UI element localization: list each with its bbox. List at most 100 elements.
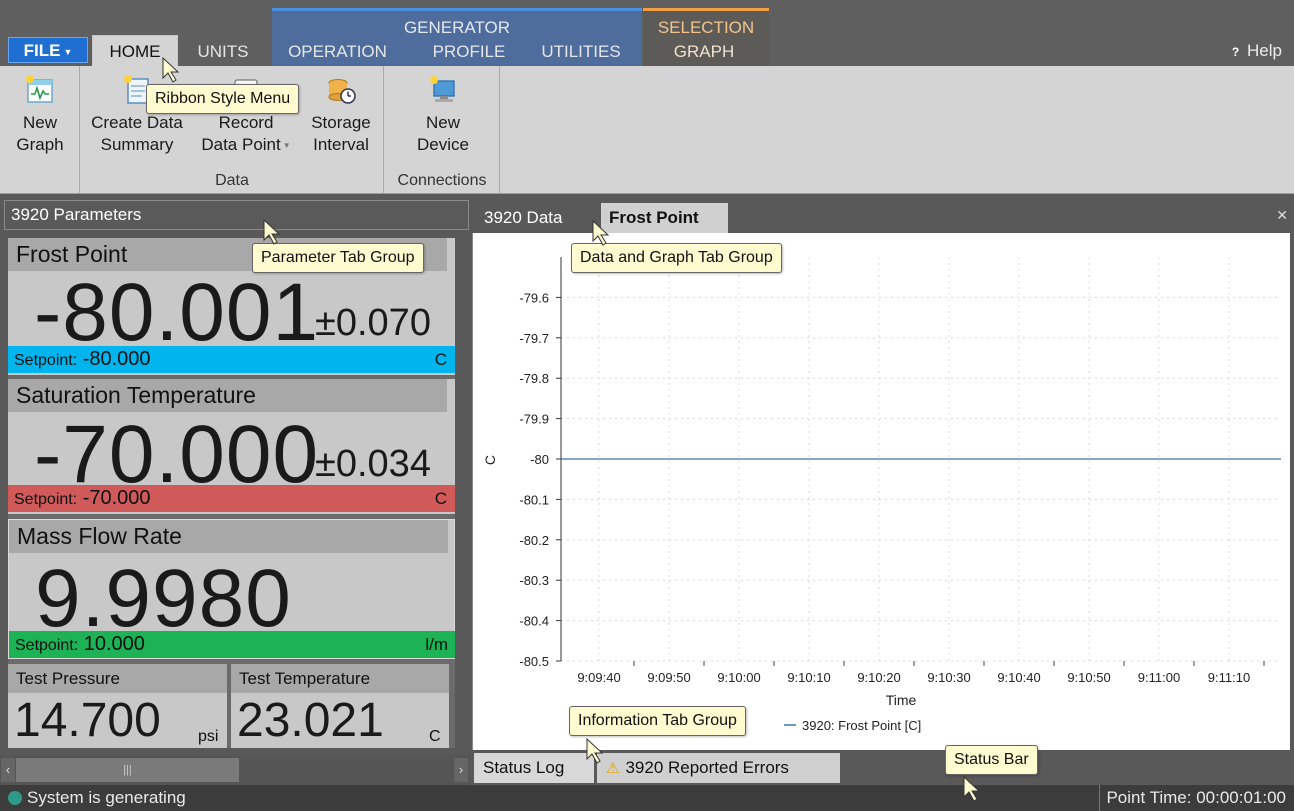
x-axis-ticks: 9:09:40 9:09:50 9:10:00 9:10:10 9:10:20 9:10:… — [577, 661, 1265, 685]
status-indicator-icon — [8, 790, 22, 805]
scroll-right-icon[interactable]: › — [454, 758, 468, 782]
create-data-summary-label-2: Summary — [100, 135, 174, 154]
y-tick-label: -79.7 — [519, 331, 549, 346]
y-tick-label: -80.5 — [519, 654, 549, 669]
reported-errors-label: 3920 Reported Errors — [625, 758, 789, 777]
saturation-temperature-title: Saturation Temperature — [8, 379, 447, 412]
saturation-temperature-setpoint-bar[interactable]: Setpoint: -70.000 C — [8, 485, 455, 512]
new-device-label-2: Device — [417, 135, 469, 154]
test-temperature-card[interactable]: Test Temperature 23.021 C — [231, 664, 449, 748]
status-bar: System is generating Point Time: 00:00:0… — [0, 785, 1294, 811]
generator-group-label: GENERATOR — [403, 18, 511, 37]
new-graph-label-1: New — [22, 113, 57, 132]
y-tick-label: -79.8 — [519, 371, 549, 386]
tab-utilities[interactable]: UTILITIES — [529, 37, 633, 66]
tab-reported-errors[interactable]: ⚠ 3920 Reported Errors — [597, 753, 840, 783]
y-tick-label: -80.3 — [519, 573, 549, 588]
record-data-point-label-1: Record — [218, 113, 274, 132]
help-icon: ? — [1231, 45, 1240, 59]
chart-svg: -79.6 -79.7 -79.8 -79.9 -80 -80.1 -80.2 -80.3 -8… — [482, 257, 1281, 733]
ribbon-style-menu-callout: Ribbon Style Menu — [146, 84, 300, 114]
saturation-temperature-value: -70.000 — [34, 409, 320, 500]
x-tick-label: 9:10:50 — [1067, 670, 1110, 685]
warning-icon: ⚠ — [606, 760, 620, 777]
x-tick-label: 9:11:00 — [1138, 670, 1180, 685]
record-data-point-label-2: Data Point — [201, 135, 281, 154]
storage-interval-icon — [328, 79, 356, 104]
pointer-icon — [162, 56, 180, 83]
tab-units[interactable]: UNITS — [186, 37, 260, 66]
mass-flow-rate-card[interactable]: Mass Flow Rate 9.9980 Setpoint: 10.000 l… — [8, 519, 455, 659]
parameters-tab-header[interactable]: 3920 Parameters — [4, 200, 469, 230]
help-button[interactable]: ? Help — [1229, 41, 1282, 61]
new-graph-label-2: Graph — [16, 135, 64, 154]
close-icon[interactable]: ✕ — [1276, 207, 1288, 224]
test-pressure-title: Test Pressure — [8, 664, 227, 693]
x-tick-label: 9:10:00 — [717, 670, 760, 685]
y-tick-label: -80.2 — [519, 533, 549, 548]
setpoint-label: Setpoint: — [14, 491, 78, 508]
mass-flow-rate-setpoint-bar[interactable]: Setpoint: 10.000 l/m — [9, 631, 455, 658]
setpoint-label: Setpoint: — [15, 637, 79, 654]
x-axis-label: Time — [886, 692, 917, 708]
tab-operation[interactable]: OPERATION — [275, 37, 400, 66]
pointer-icon — [586, 737, 604, 764]
create-data-summary-label-1: Create Data — [91, 113, 183, 132]
frost-point-chart: -79.6 -79.7 -79.8 -79.9 -80 -80.1 -80.2 -80.3 -8… — [472, 233, 1290, 750]
tab-status-log[interactable]: Status Log — [474, 753, 594, 783]
x-tick-label: 9:10:20 — [857, 670, 900, 685]
scroll-left-icon[interactable]: ‹ — [1, 758, 15, 782]
new-device-icon — [430, 76, 455, 102]
tab-graph[interactable]: GRAPH — [652, 37, 756, 66]
test-pressure-value: 14.700 — [14, 694, 161, 747]
x-tick-label: 9:09:50 — [647, 670, 690, 685]
y-tick-label: -79.9 — [519, 412, 549, 427]
x-tick-label: 9:10:30 — [927, 670, 970, 685]
new-device-label-1: New — [425, 113, 460, 132]
chevron-down-icon: ▼ — [63, 46, 73, 57]
tab-profile[interactable]: PROFILE — [413, 37, 525, 66]
legend-label: 3920: Frost Point [C] — [802, 718, 921, 733]
frost-point-setpoint-value: -80.000 — [82, 348, 151, 370]
status-text: System is generating — [27, 788, 186, 807]
data-graph-tab-group-callout: Data and Graph Tab Group — [571, 243, 782, 273]
x-tick-label: 9:10:10 — [787, 670, 830, 685]
point-time-readout: Point Time: 00:00:01:00 — [1099, 785, 1286, 811]
pointer-icon — [263, 218, 281, 245]
pointer-icon — [963, 775, 981, 802]
frost-point-setpoint-bar[interactable]: Setpoint: -80.000 C — [8, 346, 455, 373]
parameters-horizontal-scrollbar[interactable]: ‹ ||| › — [0, 755, 470, 785]
frost-point-uncertainty: ±0.070 — [315, 302, 431, 344]
y-axis-ticks: -79.6 -79.7 -79.8 -79.9 -80 -80.1 -80.2 -80.3 -8… — [519, 290, 561, 669]
test-pressure-unit: psi — [198, 728, 219, 745]
storage-interval-label-2: Interval — [313, 135, 369, 154]
x-tick-label: 9:10:40 — [997, 670, 1040, 685]
saturation-temperature-setpoint-value: -70.000 — [82, 487, 151, 509]
storage-interval-button[interactable]: Storage Interval — [302, 74, 380, 156]
saturation-temperature-card[interactable]: Saturation Temperature -70.000 ±0.034 Se… — [8, 379, 455, 514]
saturation-temperature-uncertainty: ±0.034 — [315, 443, 431, 485]
information-tab-group-callout: Information Tab Group — [569, 706, 746, 736]
scrollbar-thumb[interactable]: ||| — [16, 758, 239, 782]
y-tick-label: -79.6 — [519, 290, 549, 305]
test-pressure-card[interactable]: Test Pressure 14.700 psi — [8, 664, 227, 748]
mass-flow-rate-value: 9.9980 — [35, 553, 292, 644]
status-bar-callout: Status Bar — [945, 745, 1038, 775]
x-tick-label: 9:09:40 — [577, 670, 620, 685]
mass-flow-rate-title: Mass Flow Rate — [9, 520, 448, 553]
new-device-button[interactable]: New Device — [399, 74, 487, 156]
status-message: System is generating — [8, 785, 186, 811]
ribbon-group-data-label: Data — [215, 172, 249, 189]
frost-point-unit: C — [434, 350, 447, 369]
ribbon-group-connections: New Device Connections — [385, 66, 500, 194]
tab-frost-point[interactable]: Frost Point — [601, 203, 728, 233]
file-menu-button[interactable]: FILE ▼ — [8, 37, 88, 63]
new-graph-button[interactable]: New Graph — [4, 74, 76, 156]
tab-3920-data[interactable]: 3920 Data — [476, 203, 570, 233]
ribbon-group-graph: New Graph — [0, 66, 80, 194]
test-temperature-unit: C — [429, 728, 441, 745]
x-tick-label: 9:11:10 — [1208, 670, 1250, 685]
ribbon-group-connections-label: Connections — [397, 172, 487, 189]
mass-flow-rate-setpoint-value: 10.000 — [83, 633, 145, 655]
dropdown-arrow-icon: ▼ — [282, 140, 291, 150]
